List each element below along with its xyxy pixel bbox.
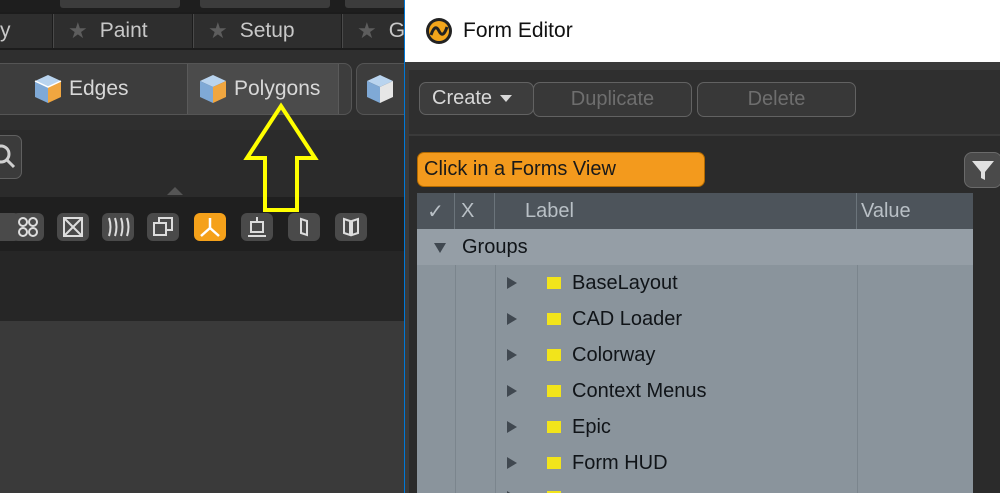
pivot-tool-button[interactable] <box>241 213 273 241</box>
main-application-pane: y ★ Paint ★ Setup ★ Ga Edges <box>0 0 404 493</box>
tree-row[interactable]: Epic <box>417 409 973 445</box>
tool-options-row <box>0 197 404 253</box>
column-header-label[interactable]: Label <box>495 193 857 229</box>
layout-tab-label: y <box>0 19 11 42</box>
edges-mode-label: Edges <box>69 77 129 100</box>
tree-item-label: Epic <box>572 415 611 438</box>
bracket-icon <box>300 217 308 237</box>
tree-row[interactable]: CAD Loader <box>417 301 973 337</box>
star-icon: ★ <box>357 18 377 43</box>
forms-tree: ✓ X Label Value Groups BaseLayout CAD Lo… <box>417 193 973 493</box>
layout-tab-label: Paint <box>99 19 148 42</box>
3d-viewport[interactable] <box>0 321 404 493</box>
grid-tool-button[interactable] <box>12 213 44 241</box>
expand-right-icon <box>507 277 517 289</box>
tree-row[interactable]: BaseLayout <box>417 265 973 301</box>
polygons-mode-label: Polygons <box>234 77 321 100</box>
expand-right-icon <box>507 385 517 397</box>
expand-right-icon <box>507 313 517 325</box>
tree-item-label: CAD Loader <box>572 307 683 330</box>
folder-icon <box>547 457 561 469</box>
x-icon <box>63 217 83 237</box>
create-button-label: Create <box>432 87 493 109</box>
layout-tab-paint[interactable]: ★ Paint <box>53 14 192 48</box>
star-icon: ★ <box>208 18 228 43</box>
tree-item-label: Form HUD <box>572 451 668 474</box>
column-header-x[interactable]: X <box>455 193 495 229</box>
tree-row[interactable]: Context Menus <box>417 373 973 409</box>
filter-button[interactable] <box>964 152 1000 188</box>
cube-polygons-icon <box>200 75 226 103</box>
tree-row-groups[interactable]: Groups <box>417 229 973 265</box>
copy-tool-button[interactable] <box>147 213 179 241</box>
cube-edges-icon <box>34 75 62 103</box>
dropdown-caret-icon <box>500 95 513 102</box>
expand-right-icon <box>507 421 517 433</box>
form-editor-body: Click in a Forms View ✓ X Label Value Gr… <box>409 136 1000 493</box>
form-editor-window: Form Editor Create Duplicate Delete Clic… <box>404 0 1000 493</box>
folder-icon <box>547 349 561 361</box>
symmetry-icon <box>200 218 220 237</box>
tree-row[interactable]: Form HUD <box>417 445 973 481</box>
layout-tab-game[interactable]: ★ Ga <box>342 14 404 48</box>
app-logo-icon <box>426 18 452 44</box>
copy-icon <box>153 217 173 236</box>
layout-tab-setup[interactable]: ★ Setup <box>193 14 341 48</box>
groups-label: Groups <box>462 235 528 258</box>
tree-item-label: Colorway <box>572 343 656 366</box>
expand-down-icon <box>434 243 446 253</box>
layout-tab-label: Setup <box>239 19 295 42</box>
tree-row[interactable]: Colorway <box>417 337 973 373</box>
expand-right-icon <box>507 457 517 469</box>
tree-item-label: Context Menus <box>572 379 707 402</box>
edges-mode-button[interactable]: Edges <box>31 64 181 114</box>
star-icon: ★ <box>68 18 88 43</box>
cube-items-icon <box>367 75 393 103</box>
grid-icon <box>18 217 38 237</box>
forms-view-placeholder: Click in a Forms View <box>424 158 616 180</box>
column-header-value[interactable]: Value <box>857 193 973 229</box>
window-title: Form Editor <box>463 19 573 42</box>
folder-icon <box>547 277 561 289</box>
filter-icon <box>972 161 994 180</box>
search-button[interactable] <box>0 135 22 179</box>
column-header-check[interactable]: ✓ <box>417 193 455 229</box>
layout-tab-0[interactable]: y <box>0 14 52 48</box>
pivot-icon <box>248 217 266 237</box>
duplicate-button-label: Duplicate <box>570 88 655 110</box>
form-editor-toolbar: Create Duplicate Delete <box>409 70 1000 134</box>
tree-header: ✓ X Label Value <box>417 193 973 229</box>
forms-view-field[interactable]: Click in a Forms View <box>417 152 705 187</box>
top-menu-strip <box>0 0 404 12</box>
x-tool-button[interactable] <box>57 213 89 241</box>
folder-icon <box>547 385 561 397</box>
tree-row-partial[interactable] <box>417 481 973 493</box>
delete-button-label: Delete <box>747 88 806 110</box>
duplicate-button[interactable]: Duplicate <box>533 82 692 117</box>
items-mode-button[interactable] <box>356 63 404 115</box>
annotation-arrow-icon <box>243 102 319 212</box>
expand-right-icon <box>507 349 517 361</box>
folder-icon <box>547 313 561 325</box>
window-titlebar[interactable]: Form Editor <box>405 0 1000 62</box>
mirror-tool-button[interactable] <box>335 213 367 241</box>
viewport-header <box>0 251 404 321</box>
folder-icon <box>547 421 561 433</box>
selection-mode-bar: Edges Polygons <box>0 50 404 130</box>
wave-icon <box>108 217 130 237</box>
symmetry-tool-button[interactable] <box>194 213 226 241</box>
create-button[interactable]: Create <box>419 82 534 115</box>
collapse-up-icon[interactable] <box>167 187 183 195</box>
layout-tab-bar: y ★ Paint ★ Setup ★ Ga <box>0 12 404 50</box>
tree-scrollbar[interactable] <box>973 193 1000 493</box>
mirror-icon <box>343 217 359 237</box>
tree-item-label: BaseLayout <box>572 271 678 294</box>
layout-tab-label: Ga <box>388 19 404 42</box>
delete-button[interactable]: Delete <box>697 82 856 117</box>
search-icon <box>0 144 16 169</box>
wave-tool-button[interactable] <box>102 213 134 241</box>
bracket-tool-button[interactable] <box>288 213 320 241</box>
